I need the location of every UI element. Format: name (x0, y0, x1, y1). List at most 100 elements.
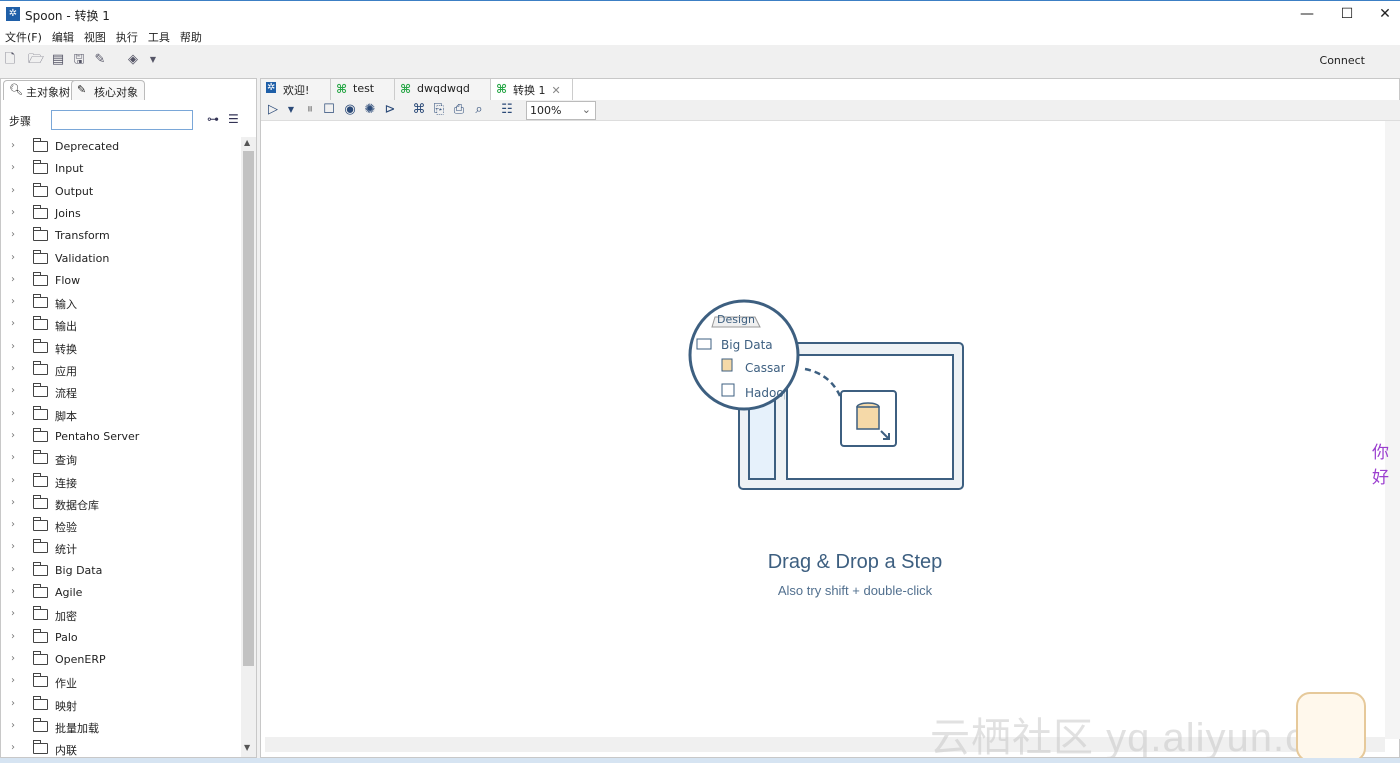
tree-item[interactable]: › Flow (1, 271, 241, 293)
chevron-right-icon[interactable]: › (11, 408, 15, 419)
debug-icon[interactable]: ✺ (362, 102, 378, 118)
sql-icon[interactable]: ⎙ (451, 102, 467, 118)
chevron-right-icon[interactable]: › (11, 720, 15, 731)
chevron-right-icon[interactable]: › (11, 252, 15, 263)
chevron-right-icon[interactable]: › (11, 162, 15, 173)
tree-item[interactable]: › 查询 (1, 449, 241, 471)
tab-core-objects[interactable]: ✎ 核心对象 (71, 80, 145, 100)
scroll-up-icon[interactable]: ▲ (244, 138, 250, 147)
menu-edit[interactable]: 编辑 (47, 27, 79, 45)
tree-item[interactable]: › Validation (1, 249, 241, 271)
new-file-icon[interactable]: 🗋 (2, 52, 18, 68)
run-options-chevron-icon[interactable]: ▼ (283, 102, 299, 118)
maximize-button[interactable]: ☐ (1332, 4, 1362, 24)
chevron-right-icon[interactable]: › (11, 229, 15, 240)
close-tab-icon[interactable]: ✕ (552, 84, 561, 97)
chevron-right-icon[interactable]: › (11, 608, 15, 619)
tree-item[interactable]: › 作业 (1, 672, 241, 694)
tree-item[interactable]: › 输入 (1, 293, 241, 315)
tree-item[interactable]: › 输出 (1, 315, 241, 337)
preview-eye-icon[interactable]: ◉ (342, 102, 358, 118)
tab-test[interactable]: ⌘ test (331, 79, 395, 100)
chevron-right-icon[interactable]: › (11, 497, 15, 508)
tree-item[interactable]: › Transform (1, 226, 241, 248)
explore-db-icon[interactable]: ⌕ (471, 102, 487, 118)
tree-item[interactable]: › 连接 (1, 472, 241, 494)
tab-dwqdwqd[interactable]: ⌘ dwqdwqd (395, 79, 491, 100)
chevron-right-icon[interactable]: › (11, 318, 15, 329)
tree-item[interactable]: › Palo (1, 628, 241, 650)
tab-main-object-tree[interactable]: 🔍︎ 主对象树 (3, 80, 77, 100)
chevron-down-icon[interactable]: ▼ (145, 52, 161, 68)
tree-item[interactable]: › 检验 (1, 516, 241, 538)
steps-search-input[interactable] (51, 110, 193, 130)
canvas-vertical-scrollbar[interactable] (1385, 121, 1400, 739)
menu-run[interactable]: 执行 (111, 27, 143, 45)
tree-item[interactable]: › 流程 (1, 382, 241, 404)
chevron-right-icon[interactable]: › (11, 385, 15, 396)
tree-item[interactable]: › 应用 (1, 360, 241, 382)
tab-transform-1[interactable]: ⌘ 转换 1 ✕ (491, 79, 573, 100)
open-file-icon[interactable]: 🗁 (28, 52, 44, 68)
tab-welcome[interactable]: ✲ 欢迎! (261, 79, 331, 100)
pause-icon[interactable]: ⏸ (302, 102, 318, 118)
perspective-layers-icon[interactable]: ◈ (125, 52, 141, 68)
tree-item[interactable]: › Output (1, 182, 241, 204)
chevron-right-icon[interactable]: › (11, 363, 15, 374)
tree-item[interactable]: › Input (1, 159, 241, 181)
verify-icon[interactable]: ⌘ (411, 102, 427, 118)
save-as-icon[interactable]: ✎ (92, 52, 108, 68)
tree-item[interactable]: › Deprecated (1, 137, 241, 159)
menu-help[interactable]: 帮助 (175, 27, 207, 45)
stop-icon[interactable]: ☐ (321, 102, 337, 118)
tree-item[interactable]: › 转换 (1, 338, 241, 360)
tree-scrollbar-thumb[interactable] (243, 151, 254, 666)
menu-tools[interactable]: 工具 (143, 27, 175, 45)
chevron-right-icon[interactable]: › (11, 296, 15, 307)
tree-item[interactable]: › 统计 (1, 538, 241, 560)
tree-item[interactable]: › 脚本 (1, 405, 241, 427)
menu-view[interactable]: 视图 (79, 27, 111, 45)
expand-all-icon[interactable]: ☰ (228, 112, 239, 126)
replay-icon[interactable]: ⊳ (382, 102, 398, 118)
chevron-right-icon[interactable]: › (11, 140, 15, 151)
collapse-all-icon[interactable]: ⊶ (207, 112, 219, 126)
minimize-button[interactable]: — (1292, 4, 1322, 24)
chevron-right-icon[interactable]: › (11, 675, 15, 686)
chevron-right-icon[interactable]: › (11, 341, 15, 352)
explore-repository-icon[interactable]: ▤ (50, 52, 66, 68)
chevron-right-icon[interactable]: › (11, 742, 15, 753)
chevron-right-icon[interactable]: › (11, 207, 15, 218)
tree-item[interactable]: › Joins (1, 204, 241, 226)
chevron-right-icon[interactable]: › (11, 631, 15, 642)
chevron-right-icon[interactable]: › (11, 519, 15, 530)
chevron-right-icon[interactable]: › (11, 698, 15, 709)
chevron-right-icon[interactable]: › (11, 274, 15, 285)
chevron-right-icon[interactable]: › (11, 653, 15, 664)
impact-icon[interactable]: ⎘ (431, 102, 447, 118)
chevron-right-icon[interactable]: › (11, 586, 15, 597)
menu-file[interactable]: 文件(F) (0, 27, 47, 45)
tree-item[interactable]: › Agile (1, 583, 241, 605)
chevron-right-icon[interactable]: › (11, 185, 15, 196)
tree-item[interactable]: › Big Data (1, 561, 241, 583)
transformation-canvas[interactable]: Design Big Data Cassandr Hadoop Drag & D… (265, 121, 1385, 739)
tree-item[interactable]: › 批量加载 (1, 717, 241, 739)
tree-item[interactable]: › Pentaho Server (1, 427, 241, 449)
chevron-right-icon[interactable]: › (11, 452, 15, 463)
scroll-down-icon[interactable]: ▼ (244, 743, 250, 752)
tree-item[interactable]: › OpenERP (1, 650, 241, 672)
connect-button[interactable]: Connect (1320, 54, 1365, 67)
chevron-right-icon[interactable]: › (11, 475, 15, 486)
tree-item[interactable]: › 映射 (1, 695, 241, 717)
chevron-right-icon[interactable]: › (11, 430, 15, 441)
chevron-right-icon[interactable]: › (11, 564, 15, 575)
save-icon[interactable]: 🖫 (71, 52, 87, 68)
tree-item[interactable]: › 加密 (1, 605, 241, 627)
close-button[interactable]: ✕ (1370, 4, 1400, 24)
zoom-select[interactable]: 100% ⌄ (526, 101, 596, 120)
show-results-icon[interactable]: ☷ (499, 102, 515, 118)
chevron-right-icon[interactable]: › (11, 541, 15, 552)
run-icon[interactable]: ▷ (265, 102, 281, 118)
tree-item[interactable]: › 数据仓库 (1, 494, 241, 516)
